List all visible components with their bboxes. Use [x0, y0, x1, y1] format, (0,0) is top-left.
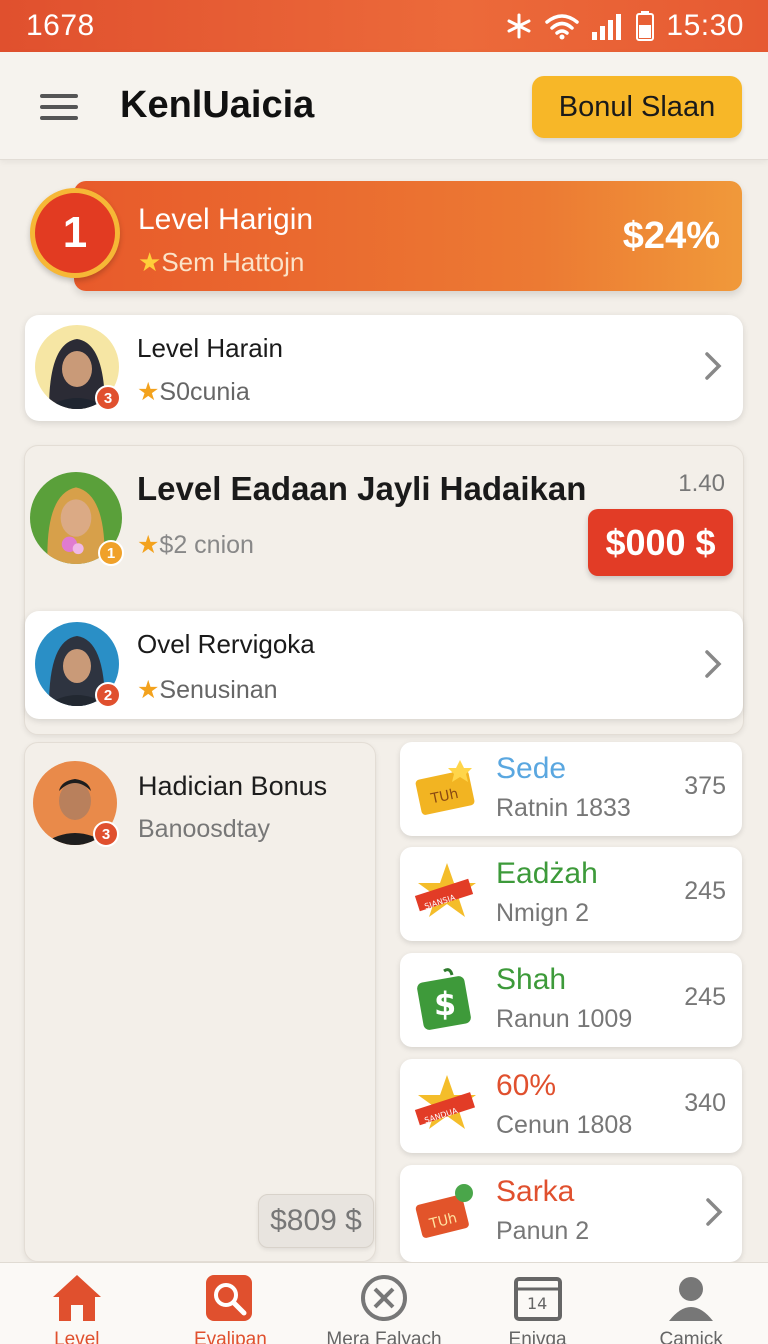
level-banner-value: $24% [622, 215, 720, 257]
menu-icon[interactable] [40, 94, 78, 120]
level-banner-subtitle: ★Sem Hattojn [138, 247, 305, 277]
nav-item-evalipan[interactable]: Evalipan [154, 1263, 308, 1344]
star-icon: ★ [137, 676, 160, 704]
rank-badge: 3 [95, 385, 121, 411]
status-time: 15:30 [666, 9, 744, 42]
panel-title: Hadician Bonus [138, 771, 328, 801]
ribbon-star-icon: SANDUA [414, 1075, 476, 1129]
nav-item-camick[interactable]: Camick [614, 1263, 768, 1344]
reward-item[interactable]: SIANSIA Eadżah Nmign 2 245 [400, 847, 742, 941]
app-title: KenlUaicia [120, 84, 315, 126]
status-left-text: 1678 [26, 9, 95, 42]
reward-value: 245 [684, 983, 726, 1011]
list-item[interactable]: 3 Level Harain ★S0cunia [25, 315, 743, 421]
chevron-right-icon [705, 352, 722, 380]
avatar: 1 [30, 472, 124, 566]
ribbon-star-icon: SIANSIA [414, 863, 476, 917]
panel-subtitle: Banoosdtay [138, 815, 271, 843]
card-subtitle: ★$2 cnion [137, 531, 254, 559]
reward-sub: Nmign 2 [496, 899, 590, 927]
nav-label: Level [54, 1329, 100, 1344]
price-button[interactable]: $000 $ [588, 509, 733, 576]
status-icons: 15:30 [506, 9, 744, 43]
level-banner-title: Level Harigin [138, 203, 314, 236]
nav-label: Camick [659, 1329, 723, 1344]
panel-price-button[interactable]: $809 $ [258, 1194, 374, 1248]
card-subtitle: ★S0cunia [137, 378, 250, 406]
bonus-button[interactable]: Bonul Slaan [532, 76, 742, 138]
bonus-panel[interactable]: 3 Hadician Bonus Banoosdtay [24, 742, 376, 1262]
bluetooth-icon [506, 13, 532, 39]
money-bag-icon: $ [417, 968, 471, 1030]
star-icon: ★ [137, 531, 160, 559]
gift-ticket-icon: TUh [415, 1184, 473, 1238]
level-rank-badge: 1 [30, 188, 120, 278]
person-icon [669, 1277, 714, 1321]
level-banner[interactable]: Level Harigin ★Sem Hattojn $24% [74, 181, 742, 291]
svg-text:$: $ [434, 985, 456, 1023]
avatar: 3 [33, 761, 119, 847]
nav-label: Mera Falyach [326, 1329, 442, 1344]
card-title: Level Harain [137, 333, 283, 363]
reward-value: 375 [684, 772, 726, 800]
card-title: Ovel Rervigoka [137, 629, 315, 659]
rank-badge: 3 [93, 821, 119, 847]
chevron-right-icon [705, 650, 722, 678]
avatar: 2 [35, 622, 121, 708]
reward-sub: Panun 2 [496, 1217, 590, 1245]
ticket-icon: TUh [415, 760, 475, 815]
rank-badge: 1 [98, 540, 124, 566]
bottom-nav: Level Evalipan Mera Falyach 14 Enivga Ca… [0, 1262, 768, 1344]
wifi-icon [544, 12, 580, 40]
reward-name: Sarka [496, 1175, 575, 1208]
reward-value: 340 [684, 1089, 726, 1117]
card-subtitle: ★Senusinan [137, 676, 278, 704]
card-corner-value: 1.40 [678, 470, 725, 497]
avatar: 3 [35, 325, 121, 411]
reward-item[interactable]: TUh Sarka Panun 2 [400, 1165, 742, 1262]
reward-item[interactable]: SANDUA 60% Cenun 1808 340 [400, 1059, 742, 1153]
reward-sub: Cenun 1808 [496, 1111, 633, 1139]
star-icon: ★ [137, 378, 160, 406]
reward-name: 60% [496, 1069, 557, 1102]
search-icon [206, 1275, 253, 1321]
star-icon: ★ [138, 247, 162, 277]
calendar-icon: 14 [513, 1277, 562, 1321]
nav-item-level[interactable]: Level [0, 1263, 154, 1344]
reward-item[interactable]: $ Shah Ranun 1009 245 [400, 953, 742, 1047]
rank-badge: 2 [95, 682, 121, 708]
nav-label: Evalipan [193, 1329, 267, 1344]
battery-icon [636, 11, 655, 41]
chevron-right-icon [706, 1198, 723, 1226]
card-title: Level Eadaan Jayli Hadaikan [137, 470, 587, 507]
nav-item-mera-falyach[interactable]: Mera Falyach [307, 1263, 461, 1344]
nav-item-enivga[interactable]: 14 Enivga [461, 1263, 615, 1344]
app-bar: KenlUaicia Bonul Slaan [0, 52, 768, 160]
reward-value: 245 [684, 877, 726, 905]
close-circle-icon [360, 1275, 407, 1321]
home-icon [52, 1275, 101, 1321]
status-bar: 1678 15:30 [0, 0, 768, 52]
list-item[interactable]: 2 Ovel Rervigoka ★Senusinan [25, 611, 743, 719]
nav-label: Enivga [508, 1329, 567, 1344]
reward-sub: Ranun 1009 [496, 1005, 633, 1033]
reward-sub: Ratnin 1833 [496, 794, 631, 822]
reward-name: Eadżah [496, 857, 598, 890]
svg-text:14: 14 [527, 1294, 547, 1313]
reward-item[interactable]: TUh Sede Ratnin 1833 375 [400, 742, 742, 836]
reward-name: Shah [496, 963, 567, 996]
signal-icon [592, 12, 624, 40]
reward-name: Sede [496, 752, 567, 785]
